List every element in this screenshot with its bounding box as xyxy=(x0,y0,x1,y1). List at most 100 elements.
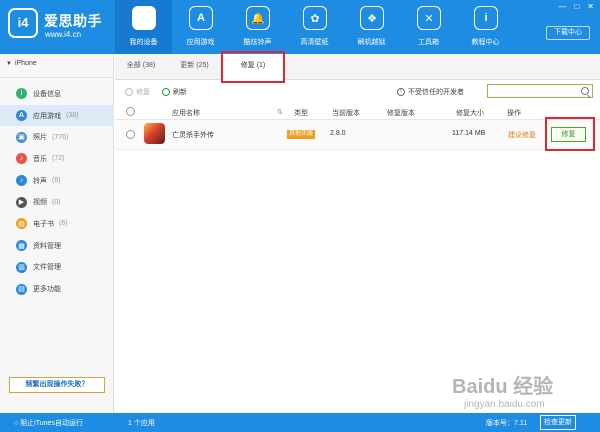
circle-icon: ○ xyxy=(14,420,19,427)
sidebar-item-data-management[interactable]: ▦ 资料管理 xyxy=(0,235,114,257)
sidebar-item-device-info[interactable]: i 设备信息 xyxy=(0,83,114,105)
suggest-repair-link[interactable]: 建议修复 xyxy=(508,130,536,140)
sidebar-item-label: 资料管理 xyxy=(33,242,61,250)
sidebar-item-count: (38) xyxy=(66,112,79,120)
sidebar-item-videos[interactable]: ▶ 视频 (0) xyxy=(0,191,114,213)
tab-repair[interactable]: 修复 (1) xyxy=(222,54,284,81)
itunes-toggle[interactable]: ○ 阻止iTunes自动运行 xyxy=(14,418,83,428)
type-badge: 其他正版 xyxy=(287,130,316,139)
select-all-checkbox[interactable] xyxy=(126,107,135,116)
untrusted-developer-link[interactable]: ! 不受信任的开发者 xyxy=(397,87,464,97)
nav-apps-games[interactable]: A 应用游戏 xyxy=(172,0,229,54)
sidebar-item-label: 更多功能 xyxy=(33,286,61,294)
sidebar-item-label: 应用游戏 xyxy=(33,112,61,120)
search-input[interactable] xyxy=(487,84,593,98)
baidu-watermark: Baidu 经验 jingyan.baidu.com xyxy=(452,370,580,414)
sidebar-item-count: (6) xyxy=(59,220,68,228)
repair-icon xyxy=(125,88,133,96)
sidebar-item-count: (0) xyxy=(52,198,61,206)
tab-all[interactable]: 全部 (38) xyxy=(115,54,167,80)
col-name[interactable]: 应用名称 xyxy=(172,108,200,118)
photo-icon: ▣ xyxy=(16,131,27,143)
more-icon: ▤ xyxy=(16,283,27,295)
row-checkbox[interactable] xyxy=(126,130,135,139)
sidebar-item-ringtones[interactable]: ♪ 铃声 (6) xyxy=(0,170,114,192)
main-nav: 我的设备 A 应用游戏 🔔 酷炫铃声 ✿ 高清壁纸 ❖ 刷机越狱 ✕ 工具箱 i… xyxy=(115,0,514,54)
sidebar-item-photos[interactable]: ▣ 照片 (776) xyxy=(0,126,114,148)
sidebar-item-file-management[interactable]: ▥ 文件管理 xyxy=(0,257,114,279)
sidebar-item-ebooks[interactable]: ▤ 电子书 (6) xyxy=(0,213,114,235)
i4-logo-icon: i4 xyxy=(8,8,38,38)
sidebar-item-label: 音乐 xyxy=(33,155,47,163)
col-action: 操作 xyxy=(507,110,521,117)
brand-url: www.i4.cn xyxy=(45,30,82,39)
sidebar: ▼ iPhone i 设备信息 A 应用游戏 (38) ▣ 照片 (776) ♪ … xyxy=(0,54,114,413)
apple-icon xyxy=(132,6,156,30)
app-name: 亡灵杀手外传 xyxy=(172,132,214,139)
sidebar-item-label: 照片 xyxy=(33,134,47,142)
sidebar-item-apps[interactable]: A 应用游戏 (38) xyxy=(0,104,114,127)
nav-label: 刷机越狱 xyxy=(357,39,386,46)
check-update-button[interactable]: 检查更新 xyxy=(540,415,576,430)
itunes-label: 阻止iTunes自动运行 xyxy=(20,420,83,427)
warning-icon: ! xyxy=(397,88,405,96)
bell-icon: 🔔 xyxy=(246,6,270,30)
refresh-label: 刷新 xyxy=(173,89,187,96)
nav-label: 教程中心 xyxy=(471,39,500,46)
top-bar: i4 爱思助手 www.i4.cn 我的设备 A 应用游戏 🔔 酷炫铃声 ✿ 高… xyxy=(0,0,600,54)
repair-tool-label: 修复 xyxy=(136,89,150,96)
app-count: 1 个应用 xyxy=(128,420,155,427)
contacts-icon: ▦ xyxy=(16,240,27,252)
triangle-down-icon: ▼ xyxy=(6,61,12,67)
flower-icon: ✿ xyxy=(303,6,327,30)
nav-label: 我的设备 xyxy=(129,39,158,46)
nav-toolbox[interactable]: ✕ 工具箱 xyxy=(400,0,457,54)
sidebar-item-more[interactable]: ▤ 更多功能 xyxy=(0,278,114,300)
repair-button[interactable]: 修复 xyxy=(551,127,586,142)
download-center-button[interactable]: 下载中心 xyxy=(546,26,590,40)
nav-label: 高清壁纸 xyxy=(300,39,329,46)
nav-wallpapers[interactable]: ✿ 高清壁纸 xyxy=(286,0,343,54)
app-game-icon xyxy=(144,123,165,144)
nav-label: 工具箱 xyxy=(418,39,439,46)
sidebar-item-label: 电子书 xyxy=(33,220,54,228)
repair-tool-button[interactable]: 修复 xyxy=(125,87,150,97)
repair-size: 117.14 MB xyxy=(452,130,486,137)
status-bar: ○ 阻止iTunes自动运行 1 个应用 版本号：7.11 检查更新 xyxy=(0,413,600,432)
sidebar-item-label: 视频 xyxy=(33,199,47,207)
device-selector[interactable]: ▼ iPhone xyxy=(6,60,37,67)
col-type[interactable]: 类型 xyxy=(294,108,308,118)
sort-icon[interactable]: ⇅ xyxy=(277,108,283,116)
divider xyxy=(0,77,114,78)
sidebar-item-music[interactable]: ♪ 音乐 (72) xyxy=(0,148,114,170)
col-repair-version[interactable]: 修复版本 xyxy=(387,108,415,118)
info-icon: i xyxy=(474,6,498,30)
window-controls: — □ ✕ xyxy=(558,2,594,11)
nav-flash-jailbreak[interactable]: ❖ 刷机越狱 xyxy=(343,0,400,54)
sidebar-list: i 设备信息 A 应用游戏 (38) ▣ 照片 (776) ♪ 音乐 (72) … xyxy=(0,83,114,300)
nav-ringtones[interactable]: 🔔 酷炫铃声 xyxy=(229,0,286,54)
file-icon: ▥ xyxy=(16,261,27,273)
watermark-logo: Baidu 经验 xyxy=(452,376,554,398)
operation-failed-help-button[interactable]: 频繁出现操作失败？ xyxy=(9,377,105,393)
bell-icon: ♪ xyxy=(16,175,27,187)
tab-bar: 全部 (38) 更新 (25) 修复 (1) xyxy=(115,54,600,81)
sidebar-item-label: 设备信息 xyxy=(33,90,61,98)
search-icon[interactable] xyxy=(581,87,589,95)
tab-updates[interactable]: 更新 (25) xyxy=(167,54,222,80)
table-row[interactable]: 亡灵杀手外传 其他正版 2.8.0 117.14 MB 建议修复 修复 xyxy=(115,120,600,150)
untrusted-developer-label: 不受信任的开发者 xyxy=(408,89,464,96)
nav-tutorials[interactable]: i 教程中心 xyxy=(457,0,514,54)
toolbar: 修复 刷新 ! 不受信任的开发者 xyxy=(115,80,600,104)
col-current-version[interactable]: 当前版本 xyxy=(332,108,360,118)
refresh-button[interactable]: 刷新 xyxy=(162,87,187,97)
nav-my-device[interactable]: 我的设备 xyxy=(115,0,172,54)
close-icon[interactable]: ✕ xyxy=(587,2,594,11)
maximize-icon[interactable]: □ xyxy=(574,2,579,11)
col-repair-size[interactable]: 修复大小 xyxy=(456,108,484,118)
video-icon: ▶ xyxy=(16,196,27,208)
sidebar-item-label: 文件管理 xyxy=(33,264,61,272)
version-label: 版本号：7.11 xyxy=(486,420,528,427)
nav-label: 酷炫铃声 xyxy=(243,39,272,46)
minimize-icon[interactable]: — xyxy=(558,2,566,11)
